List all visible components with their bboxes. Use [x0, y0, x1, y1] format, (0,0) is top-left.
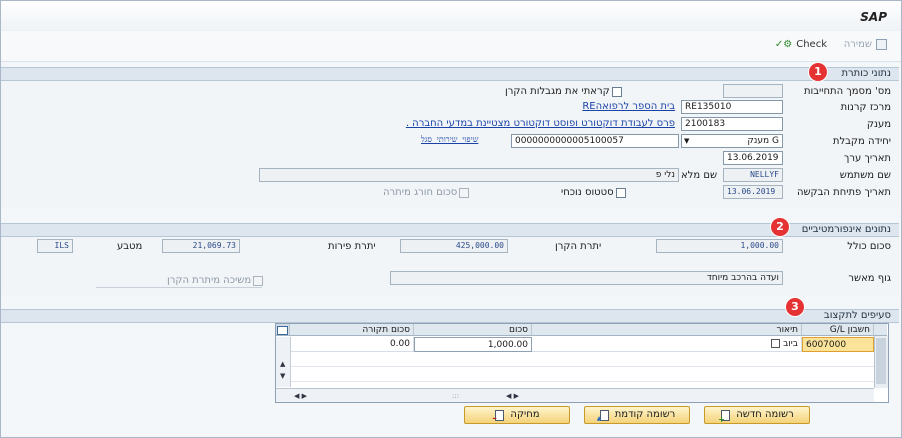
over-remaining-checkbox: סכום חורג מיתרה [383, 187, 470, 198]
receiving-unit-desc-link[interactable]: שיפוי שירותי סגל [421, 135, 478, 144]
commitment-doc-label: מס' מסמך התחייבות [803, 86, 891, 97]
column-header-gl-account[interactable]: חשבון G/L [802, 324, 874, 336]
toolbar: שמירה ✓⚙ Check [1, 31, 901, 62]
fullname-label: שם מלא [681, 170, 718, 181]
title-bar: SAP [1, 1, 901, 32]
grid-settings-icon[interactable] [276, 324, 290, 336]
check-button[interactable]: ✓⚙ Check [775, 39, 827, 50]
username-field: NELLYF [723, 168, 783, 182]
current-status-checkbox[interactable]: סטטוס נוכחי [561, 187, 626, 198]
section-badge-3: 3 [786, 298, 804, 316]
section-badge-1: 1 [809, 63, 827, 81]
receiving-unit-select[interactable]: G מענק ▼ [681, 134, 783, 148]
column-header-amount[interactable]: סכום [414, 324, 532, 336]
table-row [290, 352, 874, 367]
fund-center-label: מרכז קרנות [840, 102, 891, 113]
new-record-icon [718, 410, 731, 428]
dropdown-arrow-icon: ▼ [684, 137, 690, 145]
fund-center-field[interactable]: RE135010 [681, 100, 783, 114]
check-label: Check [796, 39, 827, 50]
value-date-field[interactable]: 13.06.2019 [723, 151, 783, 165]
approving-body-field: ועדה בהרכב מיוחד [390, 271, 783, 285]
currency-field: ILS [37, 239, 73, 253]
scroll-left-icon[interactable]: ◀ ▶ [294, 392, 307, 400]
over-remaining-box [459, 187, 470, 198]
commitment-doc-field[interactable] [723, 84, 783, 98]
table-row-original-cell: 0.00 [290, 337, 414, 352]
grant-desc-link[interactable]: פרס לעבודת דוקטורט ופוסט דוקטורט מצטיינת… [406, 118, 675, 129]
horizontal-scrollbar[interactable]: ◀ ▶ ::: ◀ ▶ [276, 388, 874, 402]
save-label: שמירה [843, 39, 872, 50]
total-amount-field: 1,000.00 [656, 239, 783, 253]
scroll-up-icon[interactable]: ▲ [280, 360, 285, 368]
fund-center-desc-link[interactable]: בית הספר לרפואהRE [582, 101, 675, 112]
app-title: SAP [860, 10, 887, 24]
section-badge-2: 2 [771, 218, 789, 236]
request-open-date-label: תאריך פתיחת הבקשה [796, 187, 891, 198]
approving-body-label: גוף מאשר [848, 273, 891, 284]
previous-record-icon [597, 410, 609, 427]
header-data-panel: מס' מסמך התחייבות קראתי את מגבלות הקרן מ… [1, 81, 899, 209]
read-fund-limits-checkbox[interactable]: קראתי את מגבלות הקרן [505, 86, 622, 97]
delete-button[interactable]: מחיקה [464, 406, 570, 427]
delete-icon [492, 410, 505, 427]
table-row [290, 367, 874, 382]
username-label: שם משתמש [839, 170, 891, 181]
grant-label: מענק [866, 119, 891, 130]
fullname-field: נלי פ [259, 168, 679, 182]
withdraw-balance-box [253, 275, 264, 286]
fund-balance-label: יתרת הקרן [555, 241, 602, 252]
receiving-unit-field[interactable]: 0000000000005100057 [511, 134, 679, 148]
header-data-section-title: נתוני כותרת [1, 67, 899, 81]
currency-label: מטבע [117, 241, 143, 252]
budget-items-section-title: סעיפים לתקצוב [1, 309, 899, 323]
vertical-scroll-thumb[interactable] [876, 338, 886, 384]
scroll-right-icon[interactable]: ◀ ▶ [506, 392, 519, 400]
request-open-date-field: 13.06.2019 [723, 185, 783, 199]
sources-balance-label: יתרת פירות [328, 241, 376, 252]
save-icon [876, 39, 887, 50]
table-row-amount-cell[interactable]: 1,000.00 [414, 337, 532, 352]
info-data-panel: סכום כולל 1,000.00 יתרת הקרן 425,000.00 … [1, 237, 899, 295]
info-data-section-title: נתונים אינפורמטיביים [1, 223, 899, 237]
value-date-label: תאריך ערך [844, 153, 891, 164]
sap-window: SAP שמירה ✓⚙ Check נתוני כותרת 1 מס' מסמ… [0, 0, 902, 438]
grant-field[interactable]: 2100183 [681, 117, 783, 131]
table-row-description-cell[interactable]: ביוב [532, 337, 802, 352]
table-row-gl-cell[interactable]: 6007000 [802, 337, 874, 352]
grid-corner [874, 324, 887, 336]
scroll-down-icon[interactable]: ▼ [280, 372, 285, 380]
previous-record-button[interactable]: רשומה קודמת [584, 406, 690, 427]
column-header-description[interactable]: תיאור [532, 324, 802, 336]
column-header-original[interactable]: סכום תקורה [290, 324, 414, 336]
budget-items-grid: סכום תקורה סכום תיאור חשבון G/L 0.00 1,0… [275, 323, 889, 403]
read-fund-limits-box[interactable] [611, 86, 622, 97]
row-selector-column: ▲ ▼ [276, 337, 291, 387]
sources-balance-field: 21,069.73 [162, 239, 240, 253]
search-help-icon[interactable] [771, 339, 781, 348]
scroll-grip-icon[interactable]: ::: [452, 392, 459, 400]
withdraw-balance-checkbox: משיכה מיתרת הקרן [167, 275, 264, 286]
check-icon: ✓⚙ [774, 39, 793, 50]
total-amount-label: סכום כולל [847, 241, 891, 252]
withdraw-balance-underline [96, 287, 262, 288]
receiving-unit-label: יחידה מקבלת [832, 136, 891, 147]
vertical-scrollbar[interactable] [874, 336, 888, 388]
current-status-box[interactable] [615, 187, 626, 198]
save-button[interactable]: שמירה [844, 39, 887, 50]
new-record-button[interactable]: רשומה חדשה [704, 406, 810, 428]
fund-balance-field: 425,000.00 [400, 239, 508, 253]
